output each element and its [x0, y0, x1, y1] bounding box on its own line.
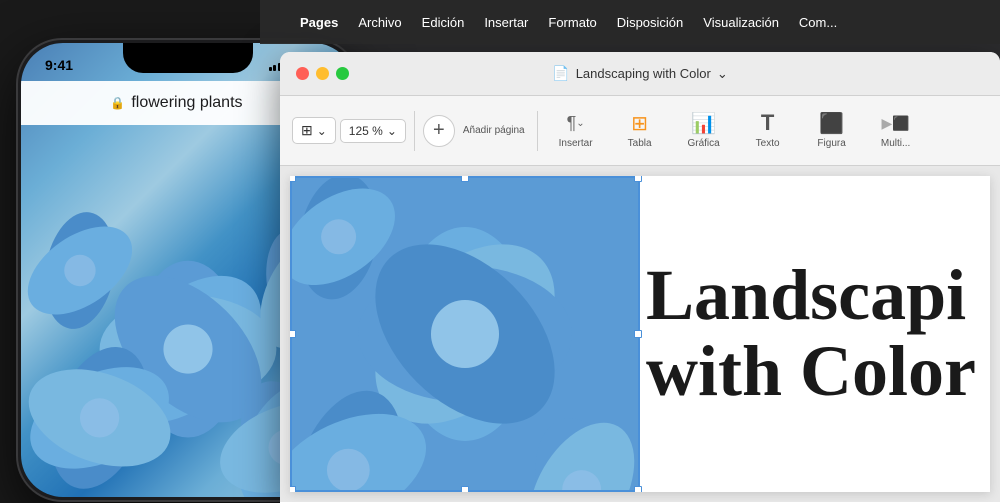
- text-icon: T: [754, 112, 782, 134]
- toolbar-btn-insertar[interactable]: ¶ ⌄ Insertar: [546, 106, 606, 155]
- view-chevron: ⌄: [317, 124, 327, 138]
- pages-window: 📄 Landscaping with Color ⌄ ⊞ ⌄ 125 % ⌄ +…: [280, 52, 1000, 503]
- close-button[interactable]: [296, 67, 309, 80]
- menu-com[interactable]: Com...: [799, 15, 837, 30]
- menu-insertar[interactable]: Insertar: [484, 15, 528, 30]
- document-icon: 📄: [552, 65, 569, 82]
- menu-disposicion[interactable]: Disposición: [617, 15, 683, 30]
- toolbar-separator-1: [414, 111, 415, 151]
- menu-bar: Pages Archivo Edición Insertar Formato D…: [260, 0, 1000, 44]
- doc-big-title: Landscapi with Color: [646, 258, 976, 409]
- grafica-label: Gráfica: [687, 138, 719, 149]
- status-time: 9:41: [45, 57, 73, 73]
- page-white: Landscapi with Color: [290, 176, 990, 492]
- view-button[interactable]: ⊞ ⌄: [292, 117, 336, 144]
- toolbar-btn-texto[interactable]: T Texto: [738, 106, 798, 155]
- toolbar-btn-multi[interactable]: ▶⬛ Multi...: [866, 106, 926, 155]
- toolbar-btn-grafica[interactable]: 📊 Gráfica: [674, 106, 734, 155]
- figura-label: Figura: [817, 138, 845, 149]
- media-icon: ▶⬛: [882, 112, 910, 134]
- toolbar: ⊞ ⌄ 125 % ⌄ + Añadir página ¶ ⌄ Insertar…: [280, 96, 1000, 166]
- window-title-text: Landscaping with Color: [576, 66, 711, 81]
- window-title-chevron: ⌄: [717, 66, 728, 82]
- fullscreen-button[interactable]: [336, 67, 349, 80]
- menu-archivo[interactable]: Archivo: [358, 15, 401, 30]
- table-icon: ⊞: [626, 112, 654, 134]
- title-line1: Landscapi: [646, 258, 976, 334]
- toolbar-btn-anadir-pagina[interactable]: Añadir página: [459, 125, 529, 136]
- lock-icon: 🔒: [110, 96, 125, 110]
- toolbar-separator-2: [537, 111, 538, 151]
- zoom-value: 125 %: [349, 124, 383, 138]
- page-canvas: Landscapi with Color: [280, 166, 1000, 502]
- title-line2: with Color: [646, 334, 976, 410]
- minimize-button[interactable]: [316, 67, 329, 80]
- menu-formato[interactable]: Formato: [548, 15, 596, 30]
- window-titlebar: 📄 Landscaping with Color ⌄: [280, 52, 1000, 96]
- chart-icon: 📊: [690, 112, 718, 134]
- zoom-button[interactable]: 125 % ⌄: [340, 119, 406, 143]
- menu-visualizacion[interactable]: Visualización: [703, 15, 779, 30]
- iphone-notch: [123, 43, 253, 73]
- insertar-icon: ¶ ⌄: [562, 112, 590, 134]
- view-icon: ⊞: [301, 122, 313, 139]
- toolbar-btn-tabla[interactable]: ⊞ Tabla: [610, 106, 670, 155]
- insertar-label: Insertar: [559, 138, 593, 149]
- zoom-chevron: ⌄: [387, 124, 397, 138]
- paragraph-icon: ¶: [567, 113, 577, 134]
- tabla-label: Tabla: [628, 138, 652, 149]
- multi-label: Multi...: [881, 138, 910, 149]
- document-area: Landscapi with Color: [280, 166, 1000, 502]
- shape-icon: ⬛: [818, 112, 846, 134]
- toolbar-btn-figura[interactable]: ⬛ Figura: [802, 106, 862, 155]
- menu-edicion[interactable]: Edición: [422, 15, 465, 30]
- address-text: flowering plants: [131, 94, 242, 112]
- add-page-button[interactable]: +: [423, 115, 455, 147]
- texto-label: Texto: [756, 138, 780, 149]
- insertar-chevron: ⌄: [576, 118, 584, 129]
- address-bar-content: 🔒 flowering plants: [37, 94, 316, 112]
- doc-title-area: Landscapi with Color: [626, 176, 990, 492]
- doc-flower-image[interactable]: [290, 176, 640, 492]
- menu-pages[interactable]: Pages: [300, 15, 338, 30]
- window-title: 📄 Landscaping with Color ⌄: [552, 65, 727, 82]
- traffic-lights: [296, 67, 349, 80]
- anadir-pagina-label: Añadir página: [463, 125, 525, 136]
